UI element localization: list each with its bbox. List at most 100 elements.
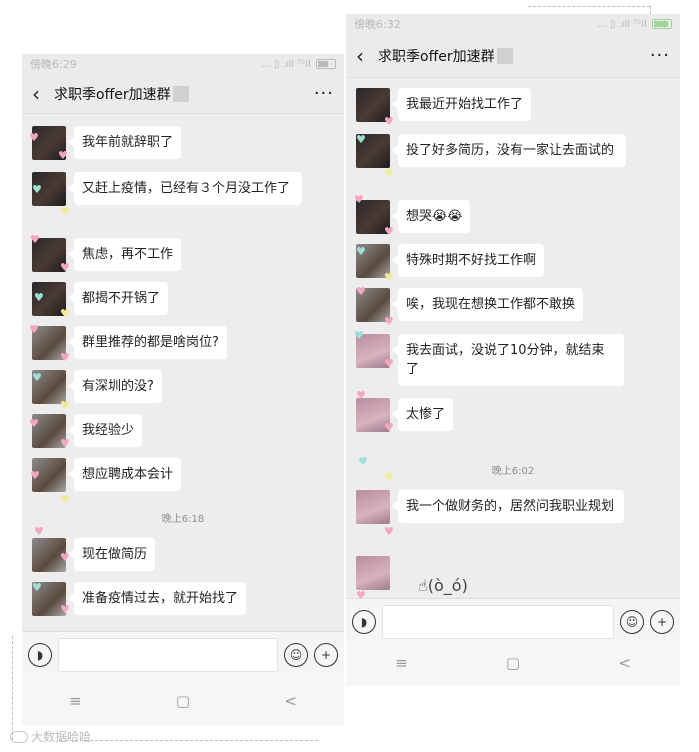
emoji-icon[interactable]: ☺ <box>620 609 644 634</box>
avatar[interactable]: ♥ ♥ <box>29 126 68 161</box>
message-item: ♥ ♥ 特殊时期不好找工作啊 <box>356 244 545 283</box>
message-bubble[interactable]: 有深圳的没? <box>68 370 162 403</box>
message-item: ♥ ♥ 焦虑，再不工作 <box>30 234 182 273</box>
avatar[interactable]: ♥ ♥ <box>30 234 70 273</box>
left-phone-screen: 傍晚6:29 ... ▯ .ıll ᵀᵇll ‹ 求职季offer加速群 ···… <box>22 54 344 725</box>
message-bubble[interactable]: 特殊时期不好找工作啊 <box>391 244 545 277</box>
dashed-frame-left <box>12 636 13 740</box>
message-item: ♥ <box>356 556 390 598</box>
sticker-image[interactable]: ☝(ò_ó) <box>418 576 468 595</box>
more-icon[interactable]: ··· <box>314 83 334 104</box>
message-item: ♥ 我一个做财务的，居然问我职业规划 <box>356 490 624 537</box>
message-item: ♥ ♥ 都揭不开锅了 <box>32 282 169 319</box>
back-icon[interactable]: < <box>284 692 297 710</box>
home-icon[interactable]: ▢ <box>506 654 520 672</box>
battery-icon <box>652 19 672 29</box>
status-time: 傍晚6:32 <box>354 18 401 31</box>
back-icon[interactable]: < <box>618 654 631 672</box>
avatar[interactable]: ♥ ♥ <box>32 172 70 217</box>
avatar[interactable]: ♥ ♥ <box>354 330 394 369</box>
avatar[interactable]: ♥ <box>356 556 390 598</box>
message-item: ♥ ♥ 投了好多简历，没有一家让去面试的 <box>356 134 626 179</box>
message-item: ♥ ♥ 又赶上疫情，已经有３个月没工作了 <box>32 172 302 217</box>
avatar[interactable]: ♥ ♥ <box>356 390 394 433</box>
battery-icon <box>316 59 336 69</box>
message-bubble[interactable]: 太惨了 <box>391 398 454 431</box>
watermark: 大数据哈哈 <box>10 728 91 745</box>
message-bubble[interactable]: 唉，我现在想换工作都不敢换 <box>391 288 584 321</box>
message-item: ♥ ♥ 想应聘成本会计 <box>30 458 182 505</box>
message-item: ♥ ♥ 唉，我现在想换工作都不敢换 <box>356 286 584 327</box>
watermark-logo-icon <box>10 730 28 743</box>
avatar[interactable]: ♥ ♥ <box>32 282 70 319</box>
message-item: ♥ ♥ 我年前就辞职了 <box>29 126 182 161</box>
dashed-frame-top <box>528 6 650 7</box>
avatar[interactable]: ♥ <box>32 538 70 572</box>
message-item: ♥ ♥ 想哭😭😭 <box>354 194 471 237</box>
avatar[interactable]: ♥ ♥ <box>356 134 394 179</box>
signal-icon: ... ▯ .ıll ᵀᵇll <box>261 58 311 70</box>
voice-icon[interactable]: ◗ <box>352 609 376 634</box>
chat-title-wrap: 求职季offer加速群 <box>378 46 650 66</box>
plus-icon[interactable]: + <box>650 609 674 634</box>
message-bubble[interactable]: 我最近开始找工作了 <box>391 88 532 121</box>
avatar[interactable]: ♥ ♥ <box>356 286 394 327</box>
message-bubble[interactable]: 焦虑，再不工作 <box>67 238 182 271</box>
message-input[interactable] <box>382 604 614 639</box>
dashed-frame-bottom <box>60 740 318 741</box>
menu-icon[interactable]: ≡ <box>69 692 82 710</box>
avatar[interactable]: ♥ <box>356 490 394 537</box>
status-icons: ... ▯ .ıll ᵀᵇll <box>261 59 336 70</box>
input-bar: ◗ ☺ + <box>22 631 344 677</box>
chevron-left-icon[interactable]: ‹ <box>32 84 54 104</box>
message-list[interactable]: ♥ ♥ 我年前就辞职了 ♥ ♥ 又赶上疫情，已经有３个月没工作了 ♥ ♥ 焦虑，再不工… <box>22 114 344 631</box>
message-item: ♥ ♥ 准备疫情过去，就开始找了 <box>32 582 247 616</box>
message-bubble[interactable]: 我年前就辞职了 <box>67 126 182 159</box>
message-item: ♥ ♥ 太惨了 <box>356 390 454 433</box>
avatar[interactable]: ♥ ♥ <box>29 324 70 363</box>
avatar[interactable]: ♥ ♥ <box>32 582 70 616</box>
chevron-left-icon[interactable]: ‹ <box>356 46 378 66</box>
status-bar: 傍晚6:32 ... ▯ .ıll ᵀᵇll <box>346 14 680 34</box>
avatar[interactable]: ♥ ♥ <box>29 414 70 449</box>
timestamp: 晚上6:02 <box>491 466 535 477</box>
avatar[interactable]: ♥ ♥ <box>356 244 394 283</box>
message-bubble[interactable]: 想应聘成本会计 <box>67 458 182 491</box>
message-bubble[interactable]: 投了好多简历，没有一家让去面试的 <box>392 134 626 167</box>
emoji-icon[interactable]: ☺ <box>284 642 308 667</box>
timestamp: 晚上6:18 <box>161 514 205 525</box>
message-item: ♥ 现在做简历 <box>32 538 156 572</box>
avatar[interactable]: ♥ ♥ <box>32 370 70 411</box>
message-bubble[interactable]: 现在做简历 <box>67 538 156 571</box>
chat-header: ‹ 求职季offer加速群 ··· <box>346 34 680 78</box>
message-item: ♥ ♥ 我去面试，没说了10分钟，就结束了 <box>354 330 624 386</box>
avatar[interactable]: ♥ ♥ <box>354 194 394 237</box>
message-bubble[interactable]: 准备疫情过去，就开始找了 <box>67 582 247 615</box>
chat-title-wrap: 求职季offer加速群 <box>54 84 314 104</box>
home-icon[interactable]: ▢ <box>176 692 190 710</box>
message-list[interactable]: ♥ 我最近开始找工作了 ♥ ♥ 投了好多简历，没有一家让去面试的 ♥ ♥ 想哭😭😭 … <box>346 78 680 598</box>
avatar[interactable]: ♥ ♥ <box>30 458 70 505</box>
message-bubble[interactable]: 我一个做财务的，居然问我职业规划 <box>392 490 624 523</box>
chat-title: 求职季offer加速群 <box>54 86 171 103</box>
chat-header: ‹ 求职季offer加速群 ··· <box>22 74 344 114</box>
system-nav-bar: ≡ ▢ < <box>22 677 344 725</box>
collage: 傍晚6:29 ... ▯ .ıll ᵀᵇll ‹ 求职季offer加速群 ···… <box>0 0 699 752</box>
plus-icon[interactable]: + <box>314 642 338 667</box>
avatar[interactable]: ♥ <box>356 88 394 127</box>
system-nav-bar: ≡ ▢ < <box>346 639 680 686</box>
chat-title: 求职季offer加速群 <box>378 48 495 65</box>
heart-icon: ♥ <box>34 525 44 538</box>
more-icon[interactable]: ··· <box>650 45 670 66</box>
voice-icon[interactable]: ◗ <box>28 642 52 667</box>
message-bubble[interactable]: 我去面试，没说了10分钟，就结束了 <box>392 334 624 386</box>
message-bubble[interactable]: 我经验少 <box>67 414 143 447</box>
message-bubble[interactable]: 都揭不开锅了 <box>67 282 169 315</box>
right-phone-screen: 傍晚6:32 ... ▯ .ıll ᵀᵇll ‹ 求职季offer加速群 ···… <box>346 14 680 686</box>
message-bubble[interactable]: 群里推荐的都是啥岗位? <box>68 326 227 359</box>
message-bubble[interactable]: 又赶上疫情，已经有３个月没工作了 <box>68 172 302 205</box>
message-bubble[interactable]: 想哭😭😭 <box>391 200 471 233</box>
menu-icon[interactable]: ≡ <box>395 654 408 672</box>
message-input[interactable] <box>58 637 278 672</box>
redacted-block <box>172 85 189 102</box>
